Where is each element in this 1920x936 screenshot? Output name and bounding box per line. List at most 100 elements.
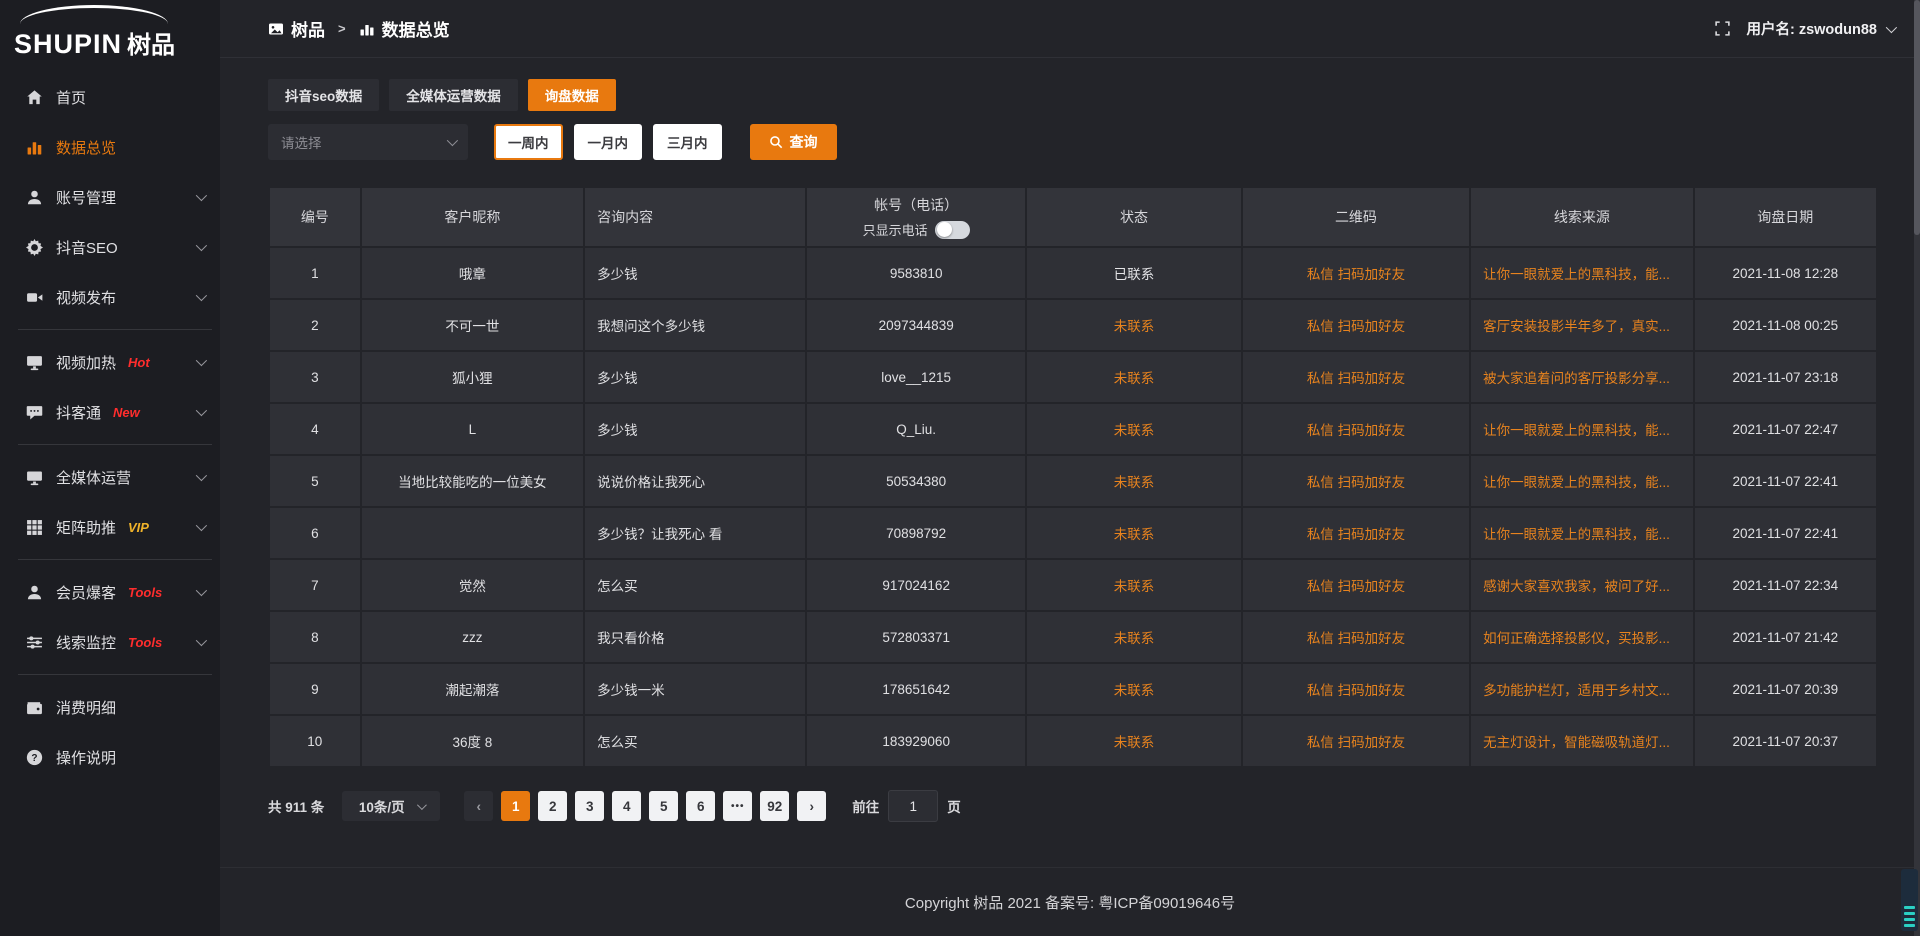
filter-bar: 请选择 一周内 一月内 三月内 查询 bbox=[268, 124, 1878, 160]
private-message-link[interactable]: 私信 bbox=[1307, 735, 1334, 750]
filter-select[interactable]: 请选择 bbox=[268, 124, 468, 160]
source-cell: 让你一眼就爱上的黑科技，能... bbox=[1470, 455, 1694, 507]
sidebar-item[interactable]: 线索监控 Tools bbox=[0, 617, 220, 667]
lead-source-link[interactable]: 无主灯设计，智能磁吸轨道灯... bbox=[1483, 735, 1670, 750]
tab-button[interactable]: 全媒体运营数据 bbox=[389, 79, 518, 111]
sidebar-item[interactable]: 抖音SEO bbox=[0, 222, 220, 272]
scan-add-friend-link[interactable]: 扫码加好友 bbox=[1338, 735, 1406, 750]
chevron-down-icon bbox=[196, 355, 207, 366]
lead-source-link[interactable]: 被大家追着问的客厅投影分享... bbox=[1483, 371, 1670, 386]
page-button[interactable]: ••• bbox=[723, 791, 752, 821]
breadcrumb-separator: > bbox=[338, 21, 346, 36]
source-cell: 感谢大家喜欢我家，被问了好... bbox=[1470, 559, 1694, 611]
topbar: 树品 > 数据总览 用户名: zswodun88 bbox=[220, 0, 1920, 58]
private-message-link[interactable]: 私信 bbox=[1307, 631, 1334, 646]
page-button[interactable]: › bbox=[797, 791, 826, 821]
date-cell: 2021-11-07 20:37 bbox=[1694, 715, 1877, 767]
private-message-link[interactable]: 私信 bbox=[1307, 371, 1334, 386]
source-cell: 让你一眼就爱上的黑科技，能... bbox=[1470, 403, 1694, 455]
scan-add-friend-link[interactable]: 扫码加好友 bbox=[1338, 683, 1406, 698]
private-message-link[interactable]: 私信 bbox=[1307, 267, 1334, 282]
lead-source-link[interactable]: 让你一眼就爱上的黑科技，能... bbox=[1483, 267, 1670, 282]
total-count-label: 共 911 条 bbox=[268, 796, 324, 816]
status-cell: 未联系 bbox=[1026, 507, 1241, 559]
fullscreen-icon[interactable] bbox=[1715, 21, 1730, 36]
period-button[interactable]: 一月内 bbox=[574, 124, 643, 160]
private-message-link[interactable]: 私信 bbox=[1307, 579, 1334, 594]
private-message-link[interactable]: 私信 bbox=[1307, 475, 1334, 490]
scan-add-friend-link[interactable]: 扫码加好友 bbox=[1338, 475, 1406, 490]
private-message-link[interactable]: 私信 bbox=[1307, 423, 1334, 438]
private-message-link[interactable]: 私信 bbox=[1307, 683, 1334, 698]
sidebar-item[interactable]: 抖客通 New bbox=[0, 387, 220, 437]
page-button[interactable]: 1 bbox=[501, 791, 530, 821]
sidebar-item[interactable]: 视频加热 Hot bbox=[0, 337, 220, 387]
svg-text:?: ? bbox=[31, 752, 37, 763]
private-message-link[interactable]: 私信 bbox=[1307, 527, 1334, 542]
status-cell: 未联系 bbox=[1026, 663, 1241, 715]
scan-add-friend-link[interactable]: 扫码加好友 bbox=[1338, 423, 1406, 438]
lead-source-link[interactable]: 让你一眼就爱上的黑科技，能... bbox=[1483, 527, 1670, 542]
sidebar-item-label: 视频加热 bbox=[56, 352, 116, 373]
sidebar-item[interactable]: 矩阵助推 VIP bbox=[0, 502, 220, 552]
sidebar-item-badge: VIP bbox=[128, 520, 149, 535]
scan-add-friend-link[interactable]: 扫码加好友 bbox=[1338, 267, 1406, 282]
tab-button[interactable]: 询盘数据 bbox=[528, 79, 616, 111]
page-button[interactable]: 5 bbox=[649, 791, 678, 821]
page-button[interactable]: 92 bbox=[760, 791, 789, 821]
scan-add-friend-link[interactable]: 扫码加好友 bbox=[1338, 631, 1406, 646]
date-cell: 2021-11-07 23:18 bbox=[1694, 351, 1877, 403]
page-button[interactable]: ‹ bbox=[464, 791, 493, 821]
page-size-value: 10条/页 bbox=[359, 796, 405, 816]
inquiry-table: 编号 客户昵称 咨询内容 帐号（电话） 只显示电话 状态 二维码 线索来源 询盘… bbox=[268, 186, 1878, 768]
scan-add-friend-link[interactable]: 扫码加好友 bbox=[1338, 319, 1406, 334]
chevron-down-icon bbox=[1886, 21, 1897, 32]
goto-page-input[interactable] bbox=[888, 790, 938, 822]
app-logo: SHUPIN 树品 bbox=[0, 0, 220, 66]
sidebar-item[interactable]: 消费明细 bbox=[0, 682, 220, 732]
page-button[interactable]: 3 bbox=[575, 791, 604, 821]
scrollbar-thumb[interactable] bbox=[1914, 0, 1920, 235]
nickname-cell: 不可一世 bbox=[361, 299, 585, 351]
private-message-link[interactable]: 私信 bbox=[1307, 319, 1334, 334]
phone-only-toggle[interactable] bbox=[935, 221, 970, 239]
sidebar-item-label: 抖客通 bbox=[56, 402, 101, 423]
nickname-cell bbox=[361, 507, 585, 559]
lead-source-link[interactable]: 让你一眼就爱上的黑科技，能... bbox=[1483, 423, 1670, 438]
row-index-cell: 8 bbox=[269, 611, 361, 663]
sidebar-item[interactable]: ? 操作说明 bbox=[0, 732, 220, 782]
page-size-select[interactable]: 10条/页 bbox=[342, 791, 440, 821]
sidebar-item[interactable]: 账号管理 bbox=[0, 172, 220, 222]
page-button[interactable]: 4 bbox=[612, 791, 641, 821]
lead-source-link[interactable]: 如何正确选择投影仪，买投影... bbox=[1483, 631, 1670, 646]
scan-add-friend-link[interactable]: 扫码加好友 bbox=[1338, 579, 1406, 594]
sidebar-item[interactable]: 全媒体运营 bbox=[0, 452, 220, 502]
sidebar-item[interactable]: 会员爆客 Tools bbox=[0, 567, 220, 617]
lead-source-link[interactable]: 客厅安装投影半年多了，真实... bbox=[1483, 319, 1670, 334]
user-icon bbox=[26, 189, 43, 206]
sidebar-item[interactable]: 数据总览 bbox=[0, 122, 220, 172]
tab-button[interactable]: 抖音seo数据 bbox=[268, 79, 379, 111]
page-button[interactable]: 2 bbox=[538, 791, 567, 821]
sidebar-item[interactable]: 视频发布 bbox=[0, 272, 220, 322]
scan-add-friend-link[interactable]: 扫码加好友 bbox=[1338, 527, 1406, 542]
period-button[interactable]: 三月内 bbox=[653, 124, 722, 160]
lead-source-link[interactable]: 让你一眼就爱上的黑科技，能... bbox=[1483, 475, 1670, 490]
sidebar-item-badge: Tools bbox=[128, 585, 162, 600]
sidebar-item[interactable]: 首页 bbox=[0, 72, 220, 122]
status-cell: 未联系 bbox=[1026, 611, 1241, 663]
lead-source-link[interactable]: 感谢大家喜欢我家，被问了好... bbox=[1483, 579, 1670, 594]
content-cell: 多少钱 bbox=[584, 351, 806, 403]
lead-source-link[interactable]: 多功能护栏灯，适用于乡村文... bbox=[1483, 683, 1670, 698]
breadcrumb-item-root[interactable]: 树品 bbox=[291, 16, 325, 41]
scan-add-friend-link[interactable]: 扫码加好友 bbox=[1338, 371, 1406, 386]
floating-service-widget[interactable] bbox=[1901, 869, 1918, 931]
search-button[interactable]: 查询 bbox=[750, 124, 837, 160]
page-button[interactable]: 6 bbox=[686, 791, 715, 821]
nickname-cell: 当地比较能吃的一位美女 bbox=[361, 455, 585, 507]
vertical-scrollbar[interactable] bbox=[1914, 0, 1920, 936]
qrcode-cell: 私信 扫码加好友 bbox=[1242, 715, 1470, 767]
period-button[interactable]: 一周内 bbox=[494, 124, 563, 160]
account-cell: Q_Liu. bbox=[806, 403, 1026, 455]
username-dropdown[interactable]: 用户名: zswodun88 bbox=[1746, 18, 1894, 39]
